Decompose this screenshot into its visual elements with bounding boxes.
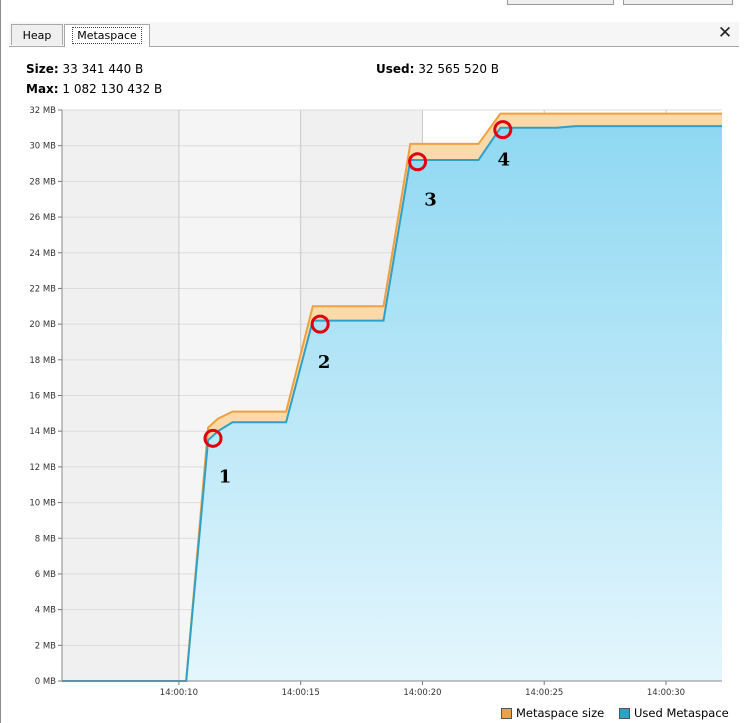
- annotation-label-4: 4: [498, 150, 511, 171]
- x-tick-label: 14:00:30: [647, 688, 685, 698]
- x-tick-label: 14:00:25: [525, 688, 563, 698]
- size-label: Size:: [26, 62, 59, 76]
- y-tick-label: 16 MB: [29, 392, 56, 402]
- used-value: 32 565 520 B: [418, 62, 500, 76]
- y-tick-label: 4 MB: [35, 606, 56, 616]
- y-tick-label: 24 MB: [29, 249, 56, 259]
- metaspace-chart: 0 MB 2 MB 4 MB 6 MB 8 MB 10 MB 12 MB 14 MB 16 MB…: [29, 106, 722, 698]
- y-tick-label: 18 MB: [29, 356, 56, 366]
- y-tick-label: 20 MB: [29, 320, 56, 330]
- max-value: 1 082 130 432 B: [62, 82, 163, 96]
- max-label: Max:: [26, 82, 59, 96]
- legend-label-metaspace-size: Metaspace size: [516, 706, 605, 720]
- y-tick-label: 22 MB: [29, 284, 56, 294]
- y-tick-label: 12 MB: [29, 463, 56, 473]
- tab-heap[interactable]: Heap: [11, 24, 63, 45]
- legend-metaspace-size: Metaspace size: [501, 706, 604, 720]
- y-tick-label: 2 MB: [35, 641, 56, 651]
- x-tick-label: 14:00:20: [403, 688, 441, 698]
- annotation-label-1: 1: [219, 466, 232, 487]
- legend-used-metaspace: Used Metaspace: [619, 706, 729, 720]
- annotation-label-2: 2: [318, 352, 331, 373]
- x-tick-label: 14:00:15: [282, 688, 320, 698]
- legend-label-used-metaspace: Used Metaspace: [634, 706, 729, 720]
- annotation-label-3: 3: [424, 190, 437, 211]
- size-value: 33 341 440 B: [62, 62, 144, 76]
- tab-bar: Heap Metaspace ✕: [9, 22, 739, 47]
- toolbar-button-left[interactable]: [507, 0, 614, 5]
- size-stat: Size: 33 341 440 B: [26, 62, 143, 76]
- y-tick-label: 14 MB: [29, 427, 56, 437]
- y-tick-label: 0 MB: [35, 677, 56, 687]
- y-tick-label: 28 MB: [29, 177, 56, 187]
- y-tick-label: 26 MB: [29, 213, 56, 223]
- x-tick-label: 14:00:10: [160, 688, 198, 698]
- used-label: Used:: [376, 62, 415, 76]
- legend-swatch-used-metaspace: [619, 708, 630, 719]
- toolbar-button-right[interactable]: [623, 0, 733, 5]
- used-stat: Used: 32 565 520 B: [376, 62, 499, 76]
- max-stat: Max: 1 082 130 432 B: [26, 82, 162, 96]
- y-tick-label: 8 MB: [35, 534, 56, 544]
- y-tick-label: 30 MB: [29, 142, 56, 152]
- tab-metaspace[interactable]: Metaspace: [64, 24, 150, 47]
- tab-metaspace-label: Metaspace: [72, 27, 142, 44]
- y-tick-label: 6 MB: [35, 570, 56, 580]
- y-tick-label: 10 MB: [29, 499, 56, 509]
- tab-heap-label: Heap: [22, 29, 52, 42]
- y-tick-label: 32 MB: [29, 106, 56, 116]
- top-strip: [0, 0, 747, 22]
- close-icon[interactable]: ✕: [717, 22, 733, 44]
- legend-swatch-metaspace-size: [501, 708, 512, 719]
